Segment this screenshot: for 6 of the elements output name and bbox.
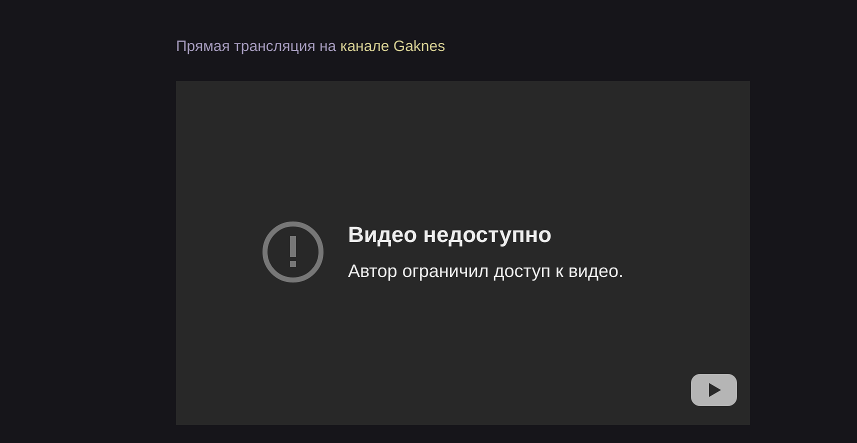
channel-link[interactable]: канале Gaknes bbox=[340, 38, 446, 55]
warning-icon bbox=[262, 221, 324, 283]
error-title: Видео недоступно bbox=[348, 221, 553, 249]
stream-caption: Прямая трансляция на канале Gaknes bbox=[176, 37, 446, 57]
error-message: Автор ограничил доступ к видео. bbox=[348, 260, 624, 283]
play-logo-icon[interactable] bbox=[691, 374, 737, 406]
